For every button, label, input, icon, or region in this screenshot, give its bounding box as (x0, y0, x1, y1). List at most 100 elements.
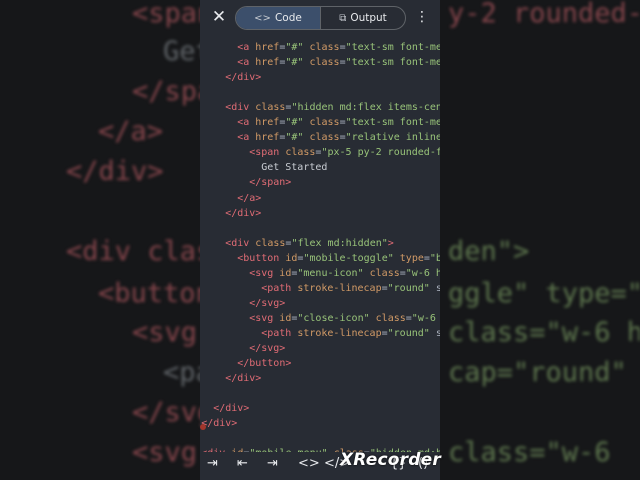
close-icon[interactable]: ✕ (210, 8, 228, 26)
tab-output[interactable]: ⧉ Output (320, 7, 405, 29)
code-token: stroke-linecap (297, 327, 382, 339)
code-token: "text-sm font-me (345, 117, 440, 129)
code-token: <path (261, 282, 298, 294)
code-line: <a href="#" class="text-sm font-me (237, 40, 440, 55)
bg-line: </a> (98, 116, 164, 147)
code-token: > (387, 237, 394, 249)
bg-line: <div clas (66, 236, 213, 267)
code-token: "b (429, 252, 440, 264)
code-token: "mobile-toggle" (303, 252, 394, 264)
code-token: <a (237, 117, 256, 129)
code-token: </button> (237, 358, 292, 370)
code-token: </div> (225, 72, 262, 84)
code-token: class (375, 312, 406, 324)
code-line: </div> (225, 70, 261, 85)
code-line: </svg> (249, 341, 285, 356)
code-token: class (255, 237, 286, 249)
code-token: <span (249, 147, 286, 159)
arrow-right-key[interactable]: ⇥ (267, 456, 278, 471)
code-token: s (435, 282, 440, 294)
code-token: </span> (249, 177, 292, 189)
code-area[interactable]: <a href="#" class="text-sm font-me <a hre… (200, 40, 440, 459)
code-token: <svg (249, 267, 280, 279)
code-token: "text-sm font-me (345, 42, 440, 53)
tab-code[interactable]: <> Code (236, 7, 320, 29)
code-line: <path stroke-linecap="round" s (261, 326, 440, 341)
code-line: <a href="#" class="text-sm font-me (237, 115, 440, 130)
code-token: s (435, 327, 440, 339)
code-line: </div> (225, 371, 261, 386)
bg-line: </div> (66, 156, 164, 187)
code-token: <svg (249, 312, 280, 324)
code-line: </div> (225, 206, 261, 221)
code-token: <path (261, 327, 298, 339)
arrow-left-key[interactable]: ⇤ (237, 456, 248, 471)
bg-line: cap="round" s (448, 357, 640, 388)
code-line: Get Started (261, 160, 327, 175)
code-line: </div> (201, 416, 237, 431)
code-token: </div> (225, 207, 262, 219)
code-token: type (399, 252, 424, 264)
bg-line: y-2 rounded-f (448, 0, 640, 29)
code-token: <a (237, 132, 256, 144)
code-editor-panel: ✕ <> Code ⧉ Output ⋮ <a href="#" class="… (200, 0, 440, 480)
code-token: class (309, 57, 340, 69)
code-line: <a href="#" class="relative inline (237, 130, 440, 145)
code-token: <div (225, 102, 256, 114)
code-line: </button> (237, 356, 291, 371)
cursor-marker (200, 424, 206, 430)
tab-code-label: Code (274, 12, 302, 24)
angle-brackets-key[interactable]: <> (298, 456, 320, 471)
code-token: "#" (285, 132, 304, 144)
tab-output-label: Output (350, 12, 387, 24)
code-token: </div> (201, 418, 238, 430)
code-token: href (255, 117, 280, 129)
code-token: "relative inline (345, 132, 440, 144)
code-token: "hidden md:flex items-cen (291, 102, 440, 114)
code-token: "w-6 h (405, 267, 440, 279)
code-icon: <> (254, 12, 271, 24)
code-line: </div> (213, 401, 249, 416)
code-token: "round" (387, 327, 430, 339)
code-token: class (309, 42, 340, 53)
code-line: <button id="mobile-toggle" type="b (237, 251, 440, 266)
code-token: "#" (285, 42, 304, 53)
code-token: "text-sm font-me (345, 57, 440, 69)
code-token: id (279, 312, 292, 324)
editor-toolbar: ✕ <> Code ⧉ Output ⋮ (200, 0, 440, 36)
bg-line: class="w-6 h (448, 317, 640, 348)
code-token: Get Started (261, 162, 328, 174)
bg-line: class="w-6 (448, 437, 611, 468)
code-line: <path stroke-linecap="round" s (261, 281, 440, 296)
code-token: "flex md:hidden" (291, 237, 388, 249)
code-line: </a> (237, 191, 261, 206)
code-token: </svg> (249, 343, 286, 354)
code-token: stroke-linecap (297, 282, 382, 294)
bg-line: <button (98, 278, 212, 309)
code-token: href (255, 42, 280, 53)
code-token: <a (237, 42, 256, 53)
tab-key[interactable]: ⇥ (207, 456, 218, 471)
code-token: href (255, 57, 280, 69)
recorder-watermark: XRecorder (340, 450, 441, 470)
code-token: </div> (213, 403, 250, 415)
code-token: class (309, 132, 340, 144)
code-line: <div class="flex md:hidden"> (225, 236, 394, 251)
code-token: "menu-icon" (297, 267, 364, 279)
code-token: </svg> (249, 297, 286, 309)
code-token: "#" (285, 57, 304, 69)
code-token: class (369, 267, 400, 279)
code-line: </span> (249, 175, 291, 190)
more-vert-icon[interactable]: ⋮ (415, 8, 429, 26)
bg-line: ggle" type="b (448, 278, 640, 309)
code-token: class (285, 147, 316, 159)
code-token: id (279, 267, 292, 279)
code-line: <svg id="menu-icon" class="w-6 h (249, 266, 440, 281)
code-token: "close-icon" (297, 312, 370, 324)
code-token: "round" (387, 282, 430, 294)
code-line: <a href="#" class="text-sm font-me (237, 55, 440, 70)
code-line: </svg> (249, 296, 285, 311)
bg-line: den"> (448, 236, 530, 267)
bg-line: <svg (132, 317, 198, 348)
code-token: id (285, 252, 298, 264)
